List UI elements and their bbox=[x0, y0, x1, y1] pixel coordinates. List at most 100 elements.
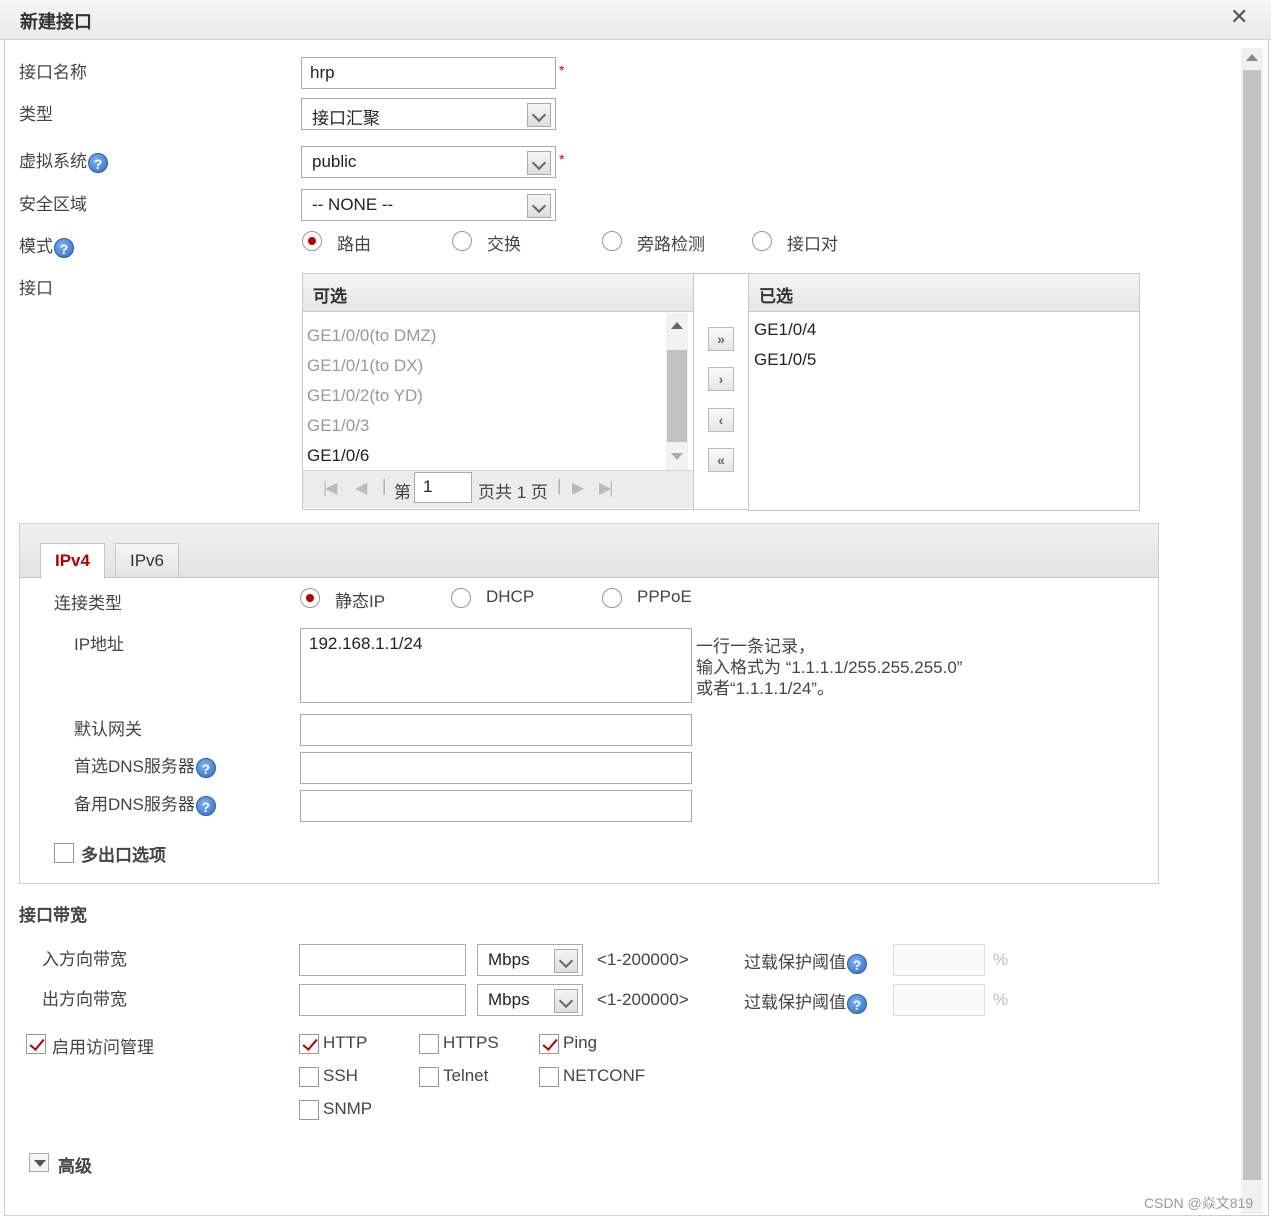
help-icon[interactable]: ? bbox=[195, 795, 216, 816]
type-select[interactable]: 接口汇聚 bbox=[301, 98, 556, 130]
https-checkbox[interactable] bbox=[419, 1034, 439, 1054]
help-icon[interactable]: ? bbox=[847, 993, 867, 1014]
zone-label: 安全区域 bbox=[19, 195, 87, 214]
outbound-unit-select[interactable]: Mbps bbox=[477, 984, 583, 1016]
ping-checkbox[interactable] bbox=[539, 1034, 559, 1054]
outbound-overload-input[interactable] bbox=[893, 984, 985, 1016]
gateway-label: 默认网关 bbox=[74, 720, 142, 739]
help-icon[interactable]: ? bbox=[88, 152, 108, 173]
last-page-icon[interactable]: ▶| bbox=[599, 478, 614, 498]
outbound-overload-label: 过载保护阈值? bbox=[744, 988, 867, 1014]
multi-exit-checkbox[interactable] bbox=[54, 843, 74, 863]
list-item[interactable]: GE1/0/3 bbox=[307, 416, 369, 436]
chevron-down-icon[interactable] bbox=[554, 989, 578, 1013]
triangle-down-icon bbox=[34, 1160, 46, 1167]
help-icon[interactable]: ? bbox=[847, 953, 867, 974]
zone-select[interactable]: -- NONE -- bbox=[301, 189, 556, 221]
prev-page-icon[interactable]: ◀ bbox=[355, 478, 367, 498]
list-scrollbar-thumb[interactable] bbox=[667, 350, 687, 442]
first-page-icon[interactable]: |◀ bbox=[323, 478, 338, 498]
chevron-down-icon[interactable] bbox=[527, 151, 551, 175]
help-icon[interactable]: ? bbox=[54, 237, 74, 258]
move-all-right-button[interactable]: » bbox=[708, 327, 734, 351]
advanced-label[interactable]: 高级 bbox=[58, 1152, 92, 1177]
inbound-overload-input[interactable] bbox=[893, 944, 985, 976]
bandwidth-section-title: 接口带宽 bbox=[19, 906, 87, 925]
list-item[interactable]: GE1/0/6 bbox=[307, 446, 369, 466]
dns2-input[interactable] bbox=[300, 790, 692, 822]
outbound-unit-value: Mbps bbox=[488, 990, 530, 1009]
mode-bypass-label: 旁路检测 bbox=[637, 235, 705, 254]
scroll-down-icon[interactable] bbox=[671, 453, 683, 460]
scrollbar-thumb[interactable] bbox=[1243, 70, 1261, 1180]
multi-exit-label: 多出口选项 bbox=[81, 846, 166, 865]
selected-header: 已选 bbox=[749, 274, 1139, 312]
dns2-label: 备用DNS服务器? bbox=[74, 790, 216, 816]
outbound-bandwidth-input[interactable] bbox=[299, 984, 466, 1016]
http-label: HTTP bbox=[323, 1033, 368, 1052]
tab-ipv4[interactable]: IPv4 bbox=[40, 543, 105, 579]
chevron-down-icon[interactable] bbox=[527, 194, 551, 218]
mode-switch-radio[interactable] bbox=[452, 231, 472, 251]
tab-ipv6[interactable]: IPv6 bbox=[115, 543, 180, 577]
advanced-toggle[interactable] bbox=[29, 1153, 49, 1172]
scroll-up-icon[interactable] bbox=[1246, 54, 1258, 61]
help-icon[interactable]: ? bbox=[195, 757, 216, 778]
dhcp-radio[interactable] bbox=[451, 588, 471, 608]
http-checkbox[interactable] bbox=[299, 1034, 319, 1054]
zone-select-value: -- NONE -- bbox=[312, 195, 394, 214]
mode-route-radio[interactable] bbox=[302, 231, 322, 251]
telnet-checkbox[interactable] bbox=[419, 1067, 439, 1087]
list-item[interactable]: GE1/0/2(to YD) bbox=[307, 386, 423, 406]
ssh-checkbox[interactable] bbox=[299, 1067, 319, 1087]
snmp-checkbox[interactable] bbox=[299, 1100, 319, 1120]
outbound-percent: % bbox=[993, 990, 1009, 1009]
list-item[interactable]: GE1/0/5 bbox=[754, 350, 816, 370]
static-ip-radio[interactable] bbox=[300, 588, 320, 608]
mode-bypass-radio[interactable] bbox=[602, 231, 622, 251]
gateway-input[interactable] bbox=[300, 714, 692, 746]
https-label: HTTPS bbox=[443, 1033, 499, 1052]
inbound-bandwidth-input[interactable] bbox=[299, 944, 466, 976]
dhcp-label: DHCP bbox=[486, 587, 535, 606]
inbound-unit-select[interactable]: Mbps bbox=[477, 944, 583, 976]
dns1-label: 首选DNS服务器? bbox=[74, 752, 216, 778]
ip-hint-line-2: 输入格式为 “1.1.1.1/255.255.255.0” bbox=[696, 658, 963, 677]
ip-address-label: IP地址 bbox=[74, 635, 125, 654]
inbound-bandwidth-label: 入方向带宽 bbox=[42, 950, 127, 969]
static-ip-label: 静态IP bbox=[335, 592, 386, 611]
dns1-input[interactable] bbox=[300, 752, 692, 784]
list-item[interactable]: GE1/0/1(to DX) bbox=[307, 356, 423, 376]
move-button-column bbox=[694, 273, 749, 510]
enable-access-checkbox[interactable] bbox=[26, 1034, 46, 1054]
move-left-button[interactable]: ‹ bbox=[708, 408, 734, 432]
mode-pair-radio[interactable] bbox=[752, 231, 772, 251]
page-number-input[interactable]: 1 bbox=[414, 472, 472, 503]
list-item[interactable]: GE1/0/0(to DMZ) bbox=[307, 326, 436, 346]
pppoe-radio[interactable] bbox=[602, 588, 622, 608]
mode-label: 模式? bbox=[19, 232, 74, 258]
next-page-icon[interactable]: ▶ bbox=[572, 478, 584, 498]
ip-tab-bar bbox=[20, 524, 1158, 578]
scroll-up-icon[interactable] bbox=[671, 322, 683, 329]
pppoe-label: PPPoE bbox=[637, 587, 692, 606]
type-select-value: 接口汇聚 bbox=[312, 109, 380, 128]
inbound-unit-value: Mbps bbox=[488, 950, 530, 969]
ping-label: Ping bbox=[563, 1033, 598, 1052]
move-right-button[interactable]: › bbox=[708, 367, 734, 391]
chevron-down-icon[interactable] bbox=[527, 103, 551, 127]
interface-name-input[interactable]: hrp bbox=[301, 57, 556, 89]
close-icon[interactable]: ✕ bbox=[1230, 4, 1248, 30]
netconf-checkbox[interactable] bbox=[539, 1067, 559, 1087]
outbound-range-hint: <1-200000> bbox=[597, 990, 689, 1009]
connection-type-label: 连接类型 bbox=[54, 594, 122, 613]
list-item[interactable]: GE1/0/4 bbox=[754, 320, 816, 340]
selected-list: 已选 bbox=[748, 273, 1140, 511]
pager-prefix: 第 bbox=[394, 483, 411, 502]
chevron-down-icon[interactable] bbox=[554, 949, 578, 973]
vsys-select[interactable]: public bbox=[301, 146, 556, 178]
pager-suffix: 页共 1 页 bbox=[478, 483, 548, 502]
move-all-left-button[interactable]: « bbox=[708, 448, 734, 472]
inbound-overload-label: 过载保护阈值? bbox=[744, 948, 867, 974]
ip-address-textarea[interactable]: 192.168.1.1/24 bbox=[300, 628, 692, 703]
